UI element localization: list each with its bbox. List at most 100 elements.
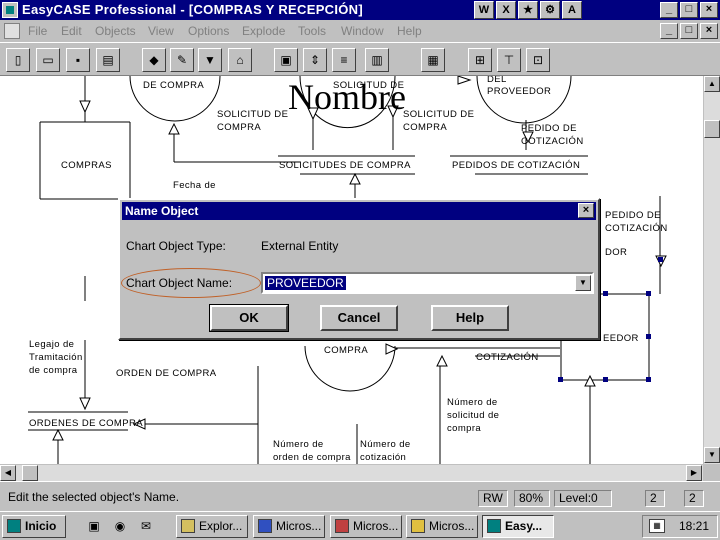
task-microsoft-3[interactable]: Micros... [406, 515, 478, 538]
task-microsoft-2[interactable]: Micros... [330, 515, 402, 538]
menu-tools[interactable]: Tools [298, 24, 326, 38]
menu-bar: File Edit Objects View Options Explode T… [0, 20, 720, 42]
label-numero-de-orden[interactable]: Número de orden de compra [273, 438, 351, 464]
doc-minimize-button[interactable]: _ [660, 23, 678, 39]
system-tray: ▦ 18:21 [642, 515, 718, 538]
calendar-icon[interactable]: ▦ [649, 519, 665, 533]
dropdown-arrow-icon[interactable]: ▼ [575, 275, 591, 291]
doc-restore-button[interactable]: □ [680, 23, 698, 39]
rw-icon[interactable]: ⊞ [468, 48, 492, 72]
task-label: Micros... [429, 519, 475, 533]
word-doc-icon [258, 519, 272, 533]
hierarchy-icon[interactable]: ⊤ [497, 48, 521, 72]
star-icon[interactable]: ★ [518, 1, 538, 19]
scroll-left-button[interactable]: ◀ [0, 465, 16, 481]
menu-options[interactable]: Options [188, 24, 229, 38]
cancel-button[interactable]: Cancel [320, 305, 398, 331]
dialog-close-button[interactable]: × [578, 203, 594, 218]
taskbar: Inicio ▣ ◉ ✉ Explor... Micros... Micros.… [0, 511, 720, 540]
tag-icon[interactable]: ◆ [142, 48, 166, 72]
status-zoom: 80% [514, 490, 550, 507]
front-back-icon[interactable]: ▣ [274, 48, 298, 72]
help-button[interactable]: Help [431, 305, 509, 331]
label-numero-de-cotizacion[interactable]: Número de cotización [360, 438, 411, 464]
status-field-1: 2 [645, 490, 665, 507]
window-controls: _ □ × [660, 2, 718, 18]
save-icon[interactable]: ▪ [66, 48, 90, 72]
align-icon[interactable]: ≡ [332, 48, 356, 72]
acrobat-icon[interactable]: A [562, 1, 582, 19]
excel-icon[interactable]: X [496, 1, 516, 19]
show-desktop-icon[interactable]: ▣ [84, 517, 104, 535]
horizontal-scroll-thumb[interactable] [22, 465, 38, 481]
menu-objects[interactable]: Objects [95, 24, 136, 38]
app-icon[interactable] [2, 2, 18, 18]
window-grid-icon[interactable]: ▦ [421, 48, 445, 72]
chart-object-name-combobox[interactable]: PROVEEDOR ▼ [261, 272, 594, 294]
word-icon[interactable]: W [474, 1, 494, 19]
label-pedido-de-cotizacion-right[interactable]: PEDIDO DE COTIZACIÓN [605, 209, 668, 235]
task-explorer[interactable]: Explor... [176, 515, 248, 538]
page-icon[interactable]: ▥ [365, 48, 389, 72]
wrench-icon[interactable]: ✎ [170, 48, 194, 72]
menu-edit[interactable]: Edit [61, 24, 82, 38]
label-compra-mid[interactable]: COMPRA [324, 345, 368, 356]
outlook-quicklaunch-icon[interactable]: ✉ [136, 517, 156, 535]
menu-explode[interactable]: Explode [242, 24, 285, 38]
clock[interactable]: 18:21 [679, 519, 709, 533]
scroll-down-button[interactable]: ▼ [704, 447, 720, 463]
label-orden-de-compra[interactable]: ORDEN DE COMPRA [116, 368, 216, 379]
chart-object-name-value[interactable]: PROVEEDOR [265, 276, 346, 290]
entity-compras[interactable]: COMPRAS [61, 160, 112, 171]
explode-down-icon[interactable]: ▼ [198, 48, 222, 72]
new-file-icon[interactable]: ▯ [6, 48, 30, 72]
tool-icon[interactable]: ⚙ [540, 1, 560, 19]
vertical-scrollbar[interactable]: ▲ ▼ [703, 76, 720, 464]
title-bar: EasyCASE Professional - [COMPRAS Y RECEP… [0, 0, 720, 20]
store-ordenes-de-compra[interactable]: ORDENES DE COMPRA [29, 418, 143, 429]
maximize-button[interactable]: □ [680, 2, 698, 18]
up-down-icon[interactable]: ⇕ [303, 48, 327, 72]
explode-tree-icon[interactable]: ⌂ [228, 48, 252, 72]
minimize-button[interactable]: _ [660, 2, 678, 18]
label-solicitud-de-compra-2[interactable]: SOLICITUD DE COMPRA [403, 108, 474, 134]
open-folder-icon[interactable]: ▭ [36, 48, 60, 72]
label-numero-de-solicitud[interactable]: Número de solicitud de compra [447, 396, 499, 435]
scroll-up-button[interactable]: ▲ [704, 76, 720, 92]
label-pedido-de-cotizacion-top[interactable]: PEDIDO DE COTIZACIÓN [521, 122, 584, 148]
menu-view[interactable]: View [148, 24, 174, 38]
label-del-top[interactable]: DEL [487, 76, 507, 85]
store-solicitudes-de-compra[interactable]: SOLICITUDES DE COMPRA [279, 160, 411, 171]
label-solicitud-de-compra-1[interactable]: SOLICITUD DE COMPRA [217, 108, 288, 134]
label-solicitud-de-top[interactable]: SOLICITUD DE [333, 80, 404, 91]
entity-proveedor-label[interactable]: EEDOR [603, 333, 639, 344]
dialog-title: Name Object [125, 204, 199, 218]
task-easycase[interactable]: Easy... [482, 515, 554, 538]
task-label: Micros... [353, 519, 399, 533]
label-dor[interactable]: DOR [605, 247, 627, 258]
menu-file[interactable]: File [28, 24, 47, 38]
label-legajo-de-tramitacion[interactable]: Legajo de Tramitación de compra [29, 338, 83, 377]
ok-button[interactable]: OK [209, 304, 289, 332]
menu-window[interactable]: Window [341, 24, 384, 38]
close-button[interactable]: × [700, 2, 718, 18]
dialog-title-bar[interactable]: Name Object × [122, 202, 596, 220]
network-icon[interactable]: ⊡ [526, 48, 550, 72]
window-title: EasyCASE Professional - [COMPRAS Y RECEP… [22, 2, 363, 17]
print-icon[interactable]: ▤ [96, 48, 120, 72]
label-de-compra-top[interactable]: DE COMPRA [143, 80, 204, 91]
browser-quicklaunch-icon[interactable]: ◉ [110, 517, 130, 535]
task-microsoft-word[interactable]: Micros... [253, 515, 325, 538]
doc-close-button[interactable]: × [700, 23, 718, 39]
label-cotizacion-mid[interactable]: COTIZACIÓN [476, 352, 539, 363]
label-proveedor-top[interactable]: PROVEEDOR [487, 86, 551, 97]
store-pedidos-de-cotizacion[interactable]: PEDIDOS DE COTIZACIÓN [452, 160, 580, 171]
label-fecha-de[interactable]: Fecha de [173, 180, 216, 191]
start-button[interactable]: Inicio [2, 515, 66, 538]
status-message: Edit the selected object's Name. [8, 490, 180, 504]
scroll-right-button[interactable]: ▶ [686, 465, 702, 481]
vertical-scroll-thumb[interactable] [704, 120, 720, 138]
document-icon[interactable] [4, 23, 20, 39]
horizontal-scrollbar[interactable]: ◀ ▶ [0, 464, 703, 481]
menu-help[interactable]: Help [397, 24, 422, 38]
